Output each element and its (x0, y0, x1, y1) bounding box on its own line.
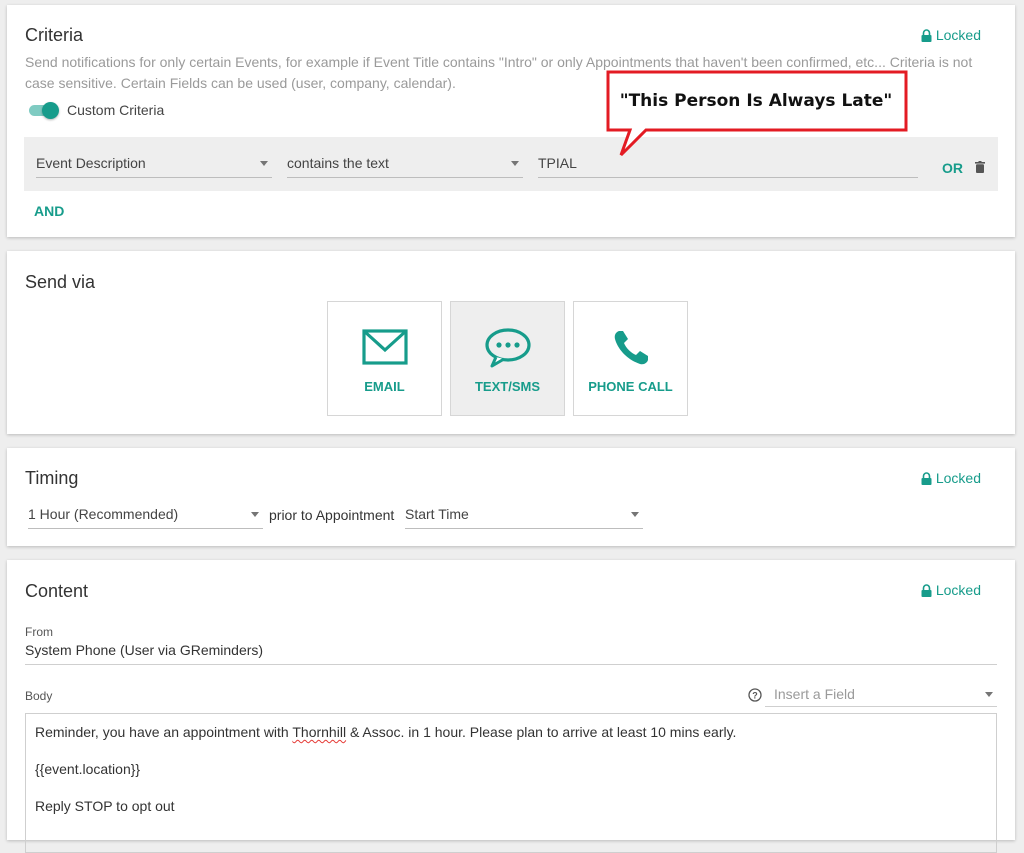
chevron-down-icon (631, 512, 639, 517)
content-card: Content Locked From System Phone (User v… (7, 560, 1015, 853)
callout-annotation (606, 70, 908, 157)
phone-icon (614, 331, 648, 365)
send-sms-label: TEXT/SMS (474, 379, 540, 394)
send-sms-option[interactable]: TEXT/SMS (450, 301, 565, 416)
locked-label: Locked (935, 27, 981, 43)
chevron-down-icon (985, 692, 993, 697)
chat-bubble-icon (484, 328, 531, 368)
chevron-down-icon (260, 161, 268, 166)
send-email-option[interactable]: EMAIL (327, 301, 442, 416)
callout-text: "This Person Is Always Late" (619, 91, 893, 111)
chevron-down-icon (251, 512, 259, 517)
chevron-down-icon (511, 161, 519, 166)
send-phone-label: PHONE CALL (588, 379, 673, 394)
toggle-knob (42, 102, 59, 119)
body-line-2: {{event.location}} (35, 761, 141, 777)
insert-field-select[interactable]: Insert a Field (765, 683, 997, 707)
send-via-card: Send via EMAIL TEXT/SMS PHONE CALL (7, 251, 1015, 434)
send-phone-option[interactable]: PHONE CALL (573, 301, 688, 416)
content-title: Content (25, 581, 89, 601)
criteria-locked-badge: Locked (921, 27, 981, 43)
and-button[interactable]: AND (34, 203, 64, 219)
lock-icon (921, 28, 932, 42)
body-line-1-start: Reminder, you have an appointment with (35, 724, 293, 740)
body-line-3: Reply STOP to opt out (35, 798, 175, 814)
custom-criteria-toggle-row[interactable]: Custom Criteria (27, 102, 165, 119)
locked-label: Locked (935, 582, 981, 598)
trash-icon[interactable] (975, 161, 985, 173)
lock-icon (921, 583, 932, 597)
send-via-title: Send via (25, 272, 96, 292)
locked-label: Locked (935, 470, 981, 486)
body-label: Body (25, 689, 53, 703)
body-textarea[interactable]: Reminder, you have an appointment with T… (25, 713, 997, 853)
criteria-title: Criteria (25, 25, 84, 45)
or-button[interactable]: OR (942, 160, 963, 176)
timing-offset-value: 1 Hour (Recommended) (28, 506, 179, 522)
from-label: From (25, 625, 53, 639)
timing-title: Timing (25, 468, 79, 488)
field-select-value: Event Description (36, 155, 146, 171)
custom-criteria-toggle[interactable] (27, 102, 59, 119)
insert-field-placeholder: Insert a Field (774, 686, 855, 702)
criteria-value-text: TPIAL (538, 155, 577, 171)
envelope-icon (361, 329, 408, 365)
timing-anchor-value: Start Time (405, 506, 469, 522)
misspelled-word: Thornhill (292, 724, 347, 740)
custom-criteria-label: Custom Criteria (67, 102, 165, 118)
field-select[interactable]: Event Description (36, 151, 272, 178)
operator-select-value: contains the text (287, 155, 389, 171)
from-value: System Phone (User via GReminders) (25, 642, 264, 658)
timing-anchor-select[interactable]: Start Time (405, 502, 643, 529)
body-line-1: Reminder, you have an appointment with T… (35, 724, 736, 740)
body-line-1-end: & Assoc. in 1 hour. Please plan to arriv… (346, 724, 737, 740)
svg-text:?: ? (752, 691, 758, 701)
content-locked-badge: Locked (921, 582, 981, 598)
timing-card: Timing Locked 1 Hour (Recommended) prior… (7, 448, 1015, 546)
prior-to-text: prior to Appointment (269, 507, 395, 523)
help-icon[interactable]: ? (748, 688, 762, 702)
operator-select[interactable]: contains the text (287, 151, 523, 178)
timing-locked-badge: Locked (921, 470, 981, 486)
lock-icon (921, 471, 932, 485)
send-email-label: EMAIL (364, 379, 405, 394)
timing-offset-select[interactable]: 1 Hour (Recommended) (28, 502, 263, 529)
from-field[interactable]: System Phone (User via GReminders) (25, 642, 997, 665)
